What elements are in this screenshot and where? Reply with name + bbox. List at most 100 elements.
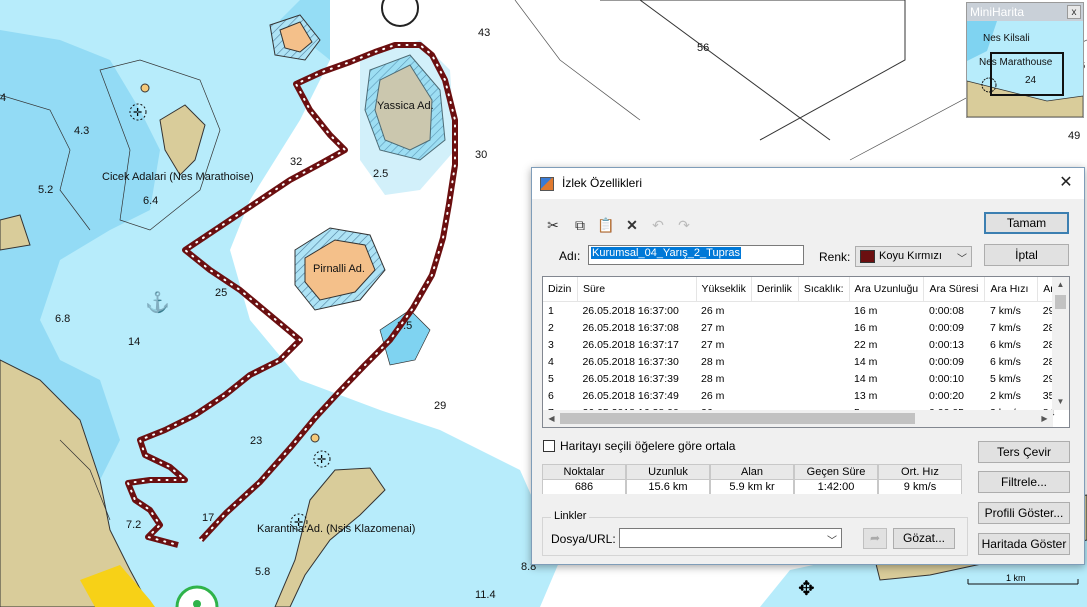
vertical-scrollbar[interactable]: ▲ ▼ — [1052, 277, 1069, 410]
scroll-right-icon[interactable]: ▶ — [1036, 410, 1053, 427]
place-label: Cicek Adalari (Nes Marathoise) — [102, 171, 254, 183]
marker-icon[interactable] — [381, 0, 419, 27]
copy-icon[interactable]: ⧉ — [570, 216, 590, 234]
svg-text:✛: ✛ — [294, 517, 303, 529]
stat-value: 1:42:00 — [795, 480, 877, 494]
scroll-left-icon[interactable]: ◀ — [543, 410, 560, 427]
table-cell: 0:00:09 — [928, 321, 965, 334]
table-row[interactable]: 3 26.05.2018 16:37:17 27 m 22 m 0:00:13 6 km/… — [543, 336, 1069, 353]
column-header[interactable]: Ara Uzunluğu — [849, 277, 925, 302]
table-cell: 0:00:13 — [928, 338, 965, 351]
stat-value: 15.6 km — [627, 480, 709, 494]
table-cell — [798, 302, 849, 320]
table-header-row: Dizin Süre Yükseklik Derinlik Sıcaklık: … — [543, 277, 1069, 302]
column-header[interactable]: Derinlik — [751, 277, 799, 302]
stat-value: 686 — [543, 480, 625, 494]
svg-text:✛: ✛ — [317, 454, 326, 466]
track-properties-dialog[interactable]: İzlek Özellikleri ✕ ✂ ⧉ 📋 ✕ ↶ ↷ Tamam İp… — [531, 167, 1085, 565]
name-input[interactable]: Kurumsal_04_Yarış_2_Tupras — [588, 245, 804, 265]
column-header[interactable]: Dizin — [543, 277, 578, 302]
minimap-view[interactable]: Nes Kilsali Nes Marathouse 24 — [967, 21, 1083, 117]
buoy-icon — [310, 433, 320, 443]
table-cell — [798, 370, 849, 387]
table-cell: 0:00:08 — [928, 304, 965, 317]
table-cell: 28 m — [701, 355, 725, 368]
depth-label: 11.4 — [475, 589, 496, 601]
minimap-close-button[interactable]: x — [1067, 5, 1081, 19]
table-cell — [798, 336, 849, 353]
table-row[interactable]: 6 26.05.2018 16:37:49 26 m 13 m 0:00:20 2 km/… — [543, 387, 1069, 404]
chevron-down-icon[interactable]: ﹀ — [827, 532, 837, 547]
table-cell: 4 — [548, 355, 554, 368]
place-label: Pirnalli Ad. — [313, 263, 365, 275]
cancel-button[interactable]: İptal — [984, 244, 1069, 266]
paste-icon[interactable]: 📋 — [596, 216, 616, 234]
show-on-map-button[interactable]: Haritada Göster — [978, 533, 1070, 555]
ok-button[interactable]: Tamam — [984, 212, 1069, 234]
table-cell: 5 — [548, 372, 554, 385]
open-link-icon[interactable]: ➦ — [863, 528, 887, 549]
stat-avg-speed: Ort. Hız 9 km/s — [878, 464, 962, 494]
track-app-icon — [540, 177, 554, 191]
table-cell — [798, 319, 849, 336]
scroll-thumb[interactable] — [560, 413, 915, 424]
depth-label: 30 — [475, 149, 487, 161]
table-cell: 26.05.2018 16:37:30 — [582, 355, 679, 368]
cut-icon[interactable]: ✂ — [543, 216, 563, 234]
file-url-input[interactable]: ﹀ — [619, 528, 842, 548]
table-cell: 0:00:20 — [928, 389, 965, 402]
minimap-panel[interactable]: MiniHarita x Nes Kilsali Nes Marathouse … — [966, 2, 1084, 118]
buoy-icon — [140, 83, 150, 93]
column-header[interactable]: Ara Hızı — [984, 277, 1039, 302]
table-cell: 26.05.2018 16:37:00 — [582, 304, 679, 317]
scroll-thumb[interactable] — [1055, 295, 1066, 309]
table-cell: 2 km/s — [989, 389, 1021, 402]
depth-label: 5.2 — [38, 184, 53, 196]
scroll-down-icon[interactable]: ▼ — [1052, 394, 1069, 410]
table-cell: 3 — [548, 338, 554, 351]
dialog-titlebar[interactable]: İzlek Özellikleri ✕ — [532, 168, 1084, 199]
depth-label: 14 — [128, 336, 140, 348]
redo-icon[interactable]: ↷ — [674, 216, 694, 234]
scale-label: 1 km — [1006, 573, 1026, 583]
depth-label: 25 — [215, 287, 227, 299]
table-row[interactable]: 1 26.05.2018 16:37:00 26 m 16 m 0:00:08 7 km/… — [543, 302, 1069, 320]
table-cell: 26.05.2018 16:37:17 — [582, 338, 679, 351]
horizontal-scrollbar[interactable]: ◀ ▶ — [543, 410, 1053, 427]
scale-bar: 1 km — [967, 573, 1079, 585]
close-icon[interactable]: ✕ — [1054, 172, 1078, 194]
table-cell: 2 — [548, 321, 554, 334]
links-legend: Linkler — [551, 510, 590, 522]
minimap-label: Nes Kilsali — [983, 33, 1030, 44]
track-points-table[interactable]: Dizin Süre Yükseklik Derinlik Sıcaklık: … — [542, 276, 1070, 428]
stat-elapsed: Geçen Süre 1:42:00 — [794, 464, 878, 494]
svg-text:✥: ✥ — [798, 578, 815, 600]
table-cell — [751, 387, 798, 404]
place-label: Yassica Ad. — [377, 100, 434, 112]
scroll-up-icon[interactable]: ▲ — [1052, 277, 1069, 293]
column-header[interactable]: Sıcaklık: — [798, 277, 850, 302]
browse-button[interactable]: Gözat... — [893, 528, 955, 549]
stat-value: 9 km/s — [879, 480, 961, 494]
depth-label: 17 — [202, 512, 214, 524]
filter-button[interactable]: Filtrele... — [978, 471, 1070, 493]
table-cell: 22 m — [854, 338, 878, 351]
delete-icon[interactable]: ✕ — [622, 216, 642, 234]
table-cell: 7 km/s — [989, 304, 1021, 317]
table-row[interactable]: 2 26.05.2018 16:37:08 27 m 16 m 0:00:09 7 km/… — [543, 319, 1069, 336]
reverse-button[interactable]: Ters Çevir — [978, 441, 1070, 463]
column-header[interactable]: Süre — [577, 277, 697, 302]
minimap-label: Nes Marathouse — [979, 57, 1053, 68]
table-row[interactable]: 4 26.05.2018 16:37:30 28 m 14 m 0:00:09 6 km/… — [543, 353, 1069, 370]
place-label: Karantina Ad. (Nsis Klazomenai) — [257, 523, 415, 535]
table-row[interactable]: 5 26.05.2018 16:37:39 28 m 14 m 0:00:10 5 km/… — [543, 370, 1069, 387]
center-map-checkbox[interactable] — [543, 440, 555, 452]
undo-icon[interactable]: ↶ — [648, 216, 668, 234]
depth-label: 4.3 — [74, 125, 89, 137]
column-header[interactable]: Ara Süresi — [923, 277, 986, 302]
stat-label: Noktalar — [543, 465, 625, 480]
column-header[interactable]: Yükseklik — [696, 277, 752, 302]
color-select[interactable]: Koyu Kırmızı ﹀ — [855, 246, 972, 267]
show-profile-button[interactable]: Profili Göster... — [978, 502, 1070, 524]
stat-label: Geçen Süre — [795, 465, 877, 480]
